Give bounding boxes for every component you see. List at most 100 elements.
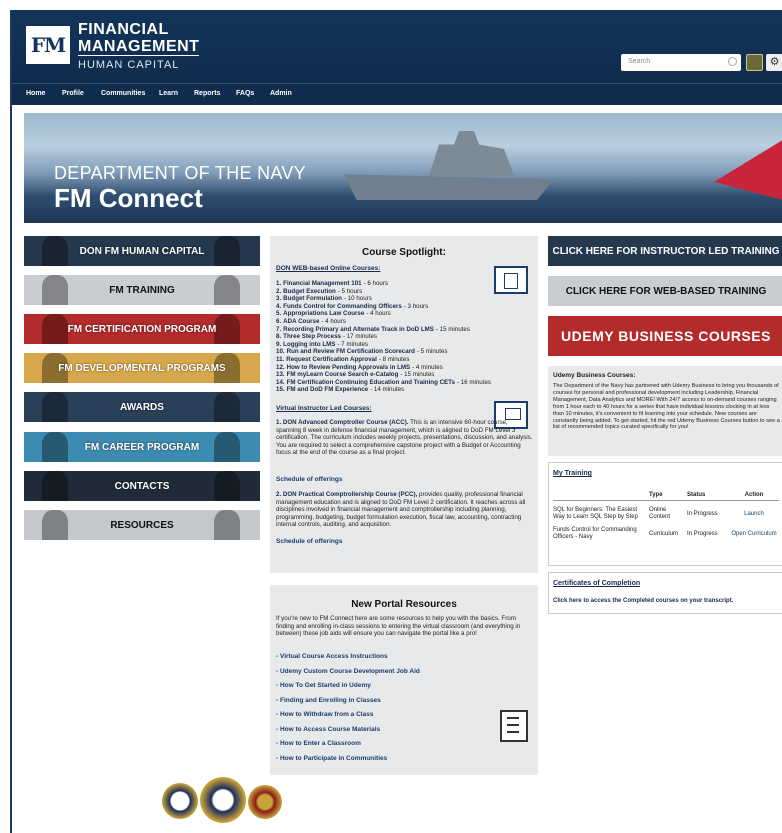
nav-faqs[interactable]: FAQs xyxy=(236,90,254,97)
resource-link[interactable]: - Udemy Custom Course Development Job Ai… xyxy=(276,668,420,675)
background-figure xyxy=(42,510,68,540)
course-link[interactable]: Request Certification Approval xyxy=(286,356,377,363)
navy-seal-icon xyxy=(162,783,198,819)
course-duration: - 8 minutes xyxy=(378,355,410,363)
training-status: In Progress xyxy=(687,510,718,517)
course-number: 4. xyxy=(276,302,282,310)
course-item: 2. Budget Execution - 5 hours xyxy=(276,288,534,296)
course-number: 3. xyxy=(276,295,282,303)
nav-profile[interactable]: Profile xyxy=(62,90,84,97)
fm-logo-mark[interactable]: FM xyxy=(26,26,70,64)
instructor-led-training-button[interactable]: CLICK HERE FOR INSTRUCTOR LED TRAINING xyxy=(548,236,782,266)
nav-button-awards[interactable]: AWARDS xyxy=(24,392,260,422)
web-courses-heading: DON WEB-based Online Courses: xyxy=(276,265,381,272)
my-training-box: My Training Type Status Action SQL for B… xyxy=(548,462,782,566)
open-curriculum-link[interactable]: Open Curriculum xyxy=(729,521,779,541)
search-input[interactable]: Search xyxy=(621,54,741,71)
background-figure xyxy=(42,275,68,305)
course-duration: - 15 minutes xyxy=(435,325,470,333)
search-icon[interactable] xyxy=(728,57,737,66)
resource-link[interactable]: - How to Participate in Communities xyxy=(276,755,387,762)
training-type: Online Content xyxy=(649,507,671,520)
hero-banner: DEPARTMENT OF THE NAVY FM Connect xyxy=(24,113,782,223)
resource-link[interactable]: - How to Withdraw from a Class xyxy=(276,711,373,718)
logo-line-3: HUMAN CAPITAL xyxy=(78,59,180,71)
nav-button-don-fm-human-capital[interactable]: DON FM HUMAN CAPITAL xyxy=(24,236,260,266)
course-link[interactable]: Budget Formulation xyxy=(283,295,342,302)
resource-link[interactable]: - Finding and Enrolling in Classes xyxy=(276,697,381,704)
nav-home[interactable]: Home xyxy=(26,90,45,97)
acc-schedule-link[interactable]: Schedule of offerings xyxy=(276,476,342,483)
course-item: 8. Three Step Process - 17 minutes xyxy=(276,333,534,341)
course-link[interactable]: Appropriations Law Course xyxy=(283,310,364,317)
nav-button-fm-training[interactable]: FM TRAINING xyxy=(24,275,260,305)
vilt-heading: Virtual Instructor Led Courses: xyxy=(276,405,372,412)
course-link[interactable]: Run and Review FM Certification Scorecar… xyxy=(287,348,415,355)
site-header: FM FINANCIAL MANAGEMENT HUMAN CAPITAL Se… xyxy=(12,10,782,83)
gear-icon[interactable]: ⚙ xyxy=(766,54,782,71)
user-avatar[interactable] xyxy=(746,54,763,71)
course-duration: - 6 hours xyxy=(363,280,388,287)
course-link[interactable]: Recording Primary and Alternate Track in… xyxy=(283,326,434,333)
table-row: SQL for Beginners: The Easiest Way to Le… xyxy=(553,501,779,522)
course-duration: - 10 hours xyxy=(343,295,372,303)
nav-learn[interactable]: Learn xyxy=(159,90,178,97)
ship-image xyxy=(429,131,514,176)
nav-reports[interactable]: Reports xyxy=(194,90,220,97)
nav-button-label: DON FM HUMAN CAPITAL xyxy=(79,245,205,257)
course-link[interactable]: ADA Course xyxy=(283,318,319,325)
course-number: 1. xyxy=(276,280,282,287)
nav-button-contacts[interactable]: CONTACTS xyxy=(24,471,260,501)
nav-button-fm-certification-program[interactable]: FM CERTIFICATION PROGRAM xyxy=(24,314,260,344)
pcc-schedule-link[interactable]: Schedule of offerings xyxy=(276,538,342,545)
background-figure xyxy=(42,236,68,266)
nav-button-label: FM CERTIFICATION PROGRAM xyxy=(67,323,217,335)
banner-subtitle: DEPARTMENT OF THE NAVY xyxy=(54,163,306,183)
nav-button-fm-career-program[interactable]: FM CAREER PROGRAM xyxy=(24,432,260,462)
resource-link[interactable]: - How To Get Started in Udemy xyxy=(276,682,371,689)
background-figure xyxy=(42,432,68,462)
course-link[interactable]: Three Step Process xyxy=(283,333,341,340)
nav-communities[interactable]: Communities xyxy=(101,90,145,97)
course-link[interactable]: Financial Management 101 xyxy=(283,280,361,287)
course-link[interactable]: Budget Execution xyxy=(283,288,336,295)
course-item: 13. FM myLearn Course Search e-Catalog - 1… xyxy=(276,371,534,379)
site-logo-text[interactable]: FINANCIAL MANAGEMENT HUMAN CAPITAL xyxy=(78,21,200,72)
nav-admin[interactable]: Admin xyxy=(270,90,292,97)
web-based-training-button[interactable]: CLICK HERE FOR WEB-BASED TRAINING xyxy=(548,276,782,306)
banner-title: FM Connect xyxy=(54,183,203,213)
checklist-icon xyxy=(500,710,528,742)
course-link[interactable]: FM myLearn Course Search e-Catalog xyxy=(287,371,399,378)
udemy-business-button[interactable]: UDEMY BUSINESS COURSES xyxy=(548,316,782,356)
certificates-title[interactable]: Certificates of Completion xyxy=(553,580,640,587)
resource-link[interactable]: - How to Enter a Classroom xyxy=(276,740,361,747)
logo-mark-text: FM xyxy=(30,33,66,57)
course-list: 1. Financial Management 101- 6 hours 2. Bud… xyxy=(276,280,534,394)
resource-link[interactable]: - How to Access Course Materials xyxy=(276,726,380,733)
course-number: 8. xyxy=(276,333,282,341)
nav-button-label: AWARDS xyxy=(120,401,164,413)
logo-line-2: MANAGEMENT xyxy=(78,38,200,56)
course-duration: - 3 hours xyxy=(403,302,429,310)
course-item: 11. Request Certification Approval - 8 min… xyxy=(276,356,534,364)
nav-button-resources[interactable]: RESOURCES xyxy=(24,510,260,540)
course-link[interactable]: How to Review Pending Approvals in LMS xyxy=(287,364,411,371)
udemy-info-panel: Udemy Business Courses: The Department o… xyxy=(548,366,782,456)
course-item: 9. Logging into LMS - 7 minutes xyxy=(276,341,534,349)
launch-link[interactable]: Launch xyxy=(729,501,779,522)
course-link[interactable]: FM Certification Continuing Education an… xyxy=(287,379,455,386)
nav-button-label: FM CAREER PROGRAM xyxy=(84,441,200,453)
course-link[interactable]: FM and DoD FM Experience xyxy=(287,386,368,393)
course-number: 13. xyxy=(276,371,285,379)
training-type: Curriculum xyxy=(649,530,679,537)
certificates-link[interactable]: Click here to access the Completed cours… xyxy=(553,598,733,604)
course-number: 14. xyxy=(276,378,285,386)
resource-link[interactable]: - Virtual Course Access Instructions xyxy=(276,653,388,660)
background-figure xyxy=(214,392,240,422)
course-link[interactable]: Logging into LMS xyxy=(283,341,335,348)
logo-line-1: FINANCIAL xyxy=(78,21,169,38)
nav-button-fm-developmental-programs[interactable]: FM DEVELOPMENTAL PROGRAMS xyxy=(24,353,260,383)
col-header-name xyxy=(553,490,649,501)
course-link[interactable]: Funds Control for Commanding Officers xyxy=(283,303,402,310)
my-training-title[interactable]: My Training xyxy=(553,470,592,477)
